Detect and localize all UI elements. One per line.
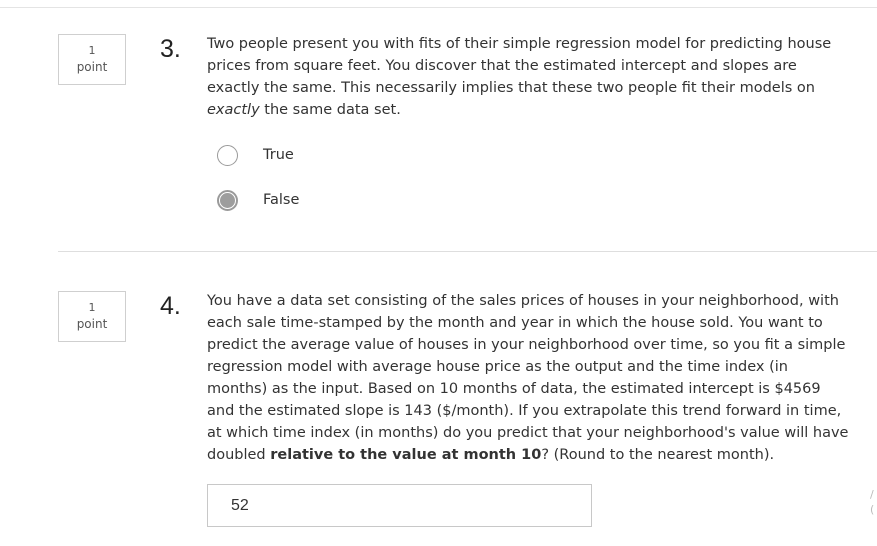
radio-button-true[interactable] <box>217 144 238 166</box>
question-4-text-part1: You have a data set consisting of the sa… <box>207 293 849 463</box>
question-3-text-part2: the same data set. <box>259 102 401 118</box>
question-4-points-box: 1 point <box>58 291 126 342</box>
question-4-answer-input[interactable] <box>207 484 592 527</box>
question-4-text-part2: ? (Round to the nearest month). <box>541 447 775 463</box>
question-3-points-label: point <box>76 60 108 74</box>
option-label-true: True <box>263 147 294 163</box>
question-divider <box>58 251 877 252</box>
question-3-text: Two people present you with fits of thei… <box>207 33 852 121</box>
question-3-number: 3. <box>160 35 181 63</box>
edge-mark-bottom: ( <box>870 503 875 516</box>
edge-mark-top: / <box>870 488 874 501</box>
question-3-option-false[interactable]: False <box>217 188 299 212</box>
top-divider <box>0 7 877 8</box>
option-label-false: False <box>263 192 300 208</box>
question-3-option-true[interactable]: True <box>217 143 294 167</box>
question-3-points-box: 1 point <box>58 34 126 85</box>
question-4-points-label: point <box>76 317 108 331</box>
question-4-number: 4. <box>160 292 181 320</box>
question-3-points-value: 1 <box>88 44 96 57</box>
question-3-text-part1: Two people present you with fits of thei… <box>207 36 832 96</box>
question-4-text-strong: relative to the value at month 10 <box>270 447 542 463</box>
radio-button-false[interactable] <box>217 189 238 211</box>
question-4-points-value: 1 <box>88 301 96 314</box>
question-3-text-emphasis: exactly <box>207 102 260 118</box>
question-4-text: You have a data set consisting of the sa… <box>207 290 852 466</box>
